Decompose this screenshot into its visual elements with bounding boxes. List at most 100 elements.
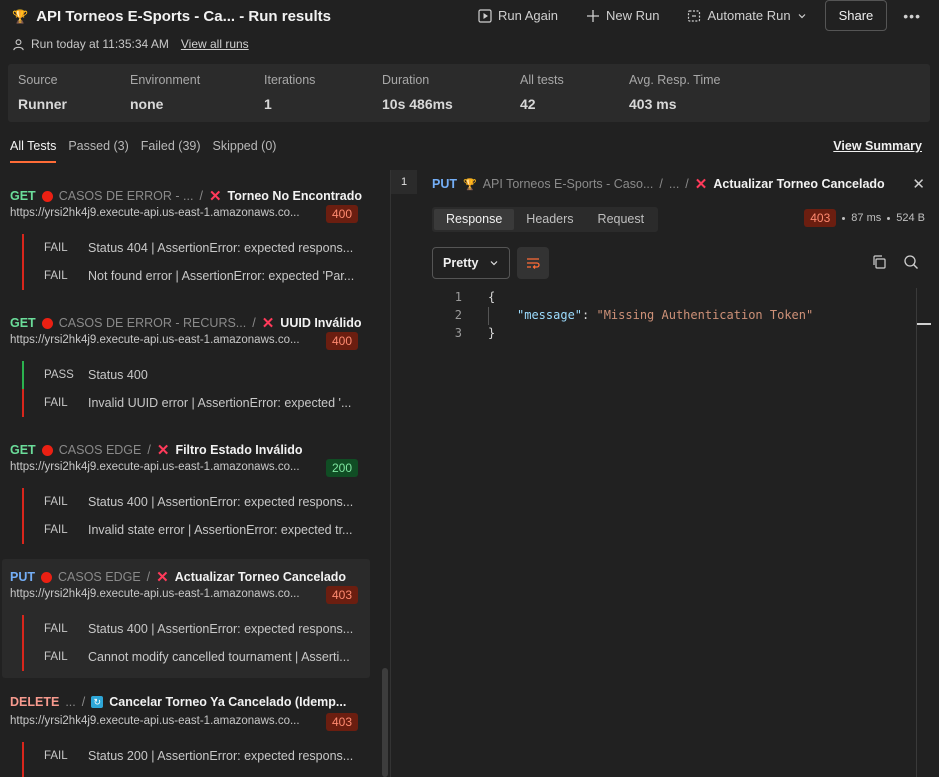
more-options-icon[interactable]: ••• xyxy=(887,8,927,24)
request-header: GET CASOS EDGE / ✕ Filtro Estado Inválid… xyxy=(10,442,303,459)
chevron-down-icon xyxy=(490,261,498,266)
request-url: https://yrsi2hk4j9.execute-api.us-east-1… xyxy=(10,207,300,219)
line-number: 3 xyxy=(454,326,462,340)
test-message: Status 400 | AssertionError: expected re… xyxy=(88,622,354,636)
editor-scrollbar-track[interactable] xyxy=(916,288,917,777)
request-item-selected[interactable]: PUT CASOS EDGE / ✕ Actualizar Torneo Can… xyxy=(2,559,370,678)
tab-all-tests[interactable]: All Tests xyxy=(10,139,57,163)
response-tabs: Response Headers Request xyxy=(432,207,659,232)
detail-breadcrumb: PUT 🏆 API Torneos E-Sports - Caso... / .… xyxy=(432,176,885,193)
automate-run-dropdown[interactable]: Automate Run xyxy=(673,0,820,31)
stat-iterations: Iterations 1 xyxy=(264,73,316,112)
test-message: Invalid UUID error | AssertionError: exp… xyxy=(88,396,352,410)
test-result: FAIL Status 200 | AssertionError: expect… xyxy=(22,742,366,770)
test-message: Status 200 | AssertionError: expected re… xyxy=(88,749,354,763)
view-all-runs-link[interactable]: View all runs xyxy=(181,37,249,51)
request-name: Filtro Estado Inválido xyxy=(175,443,303,457)
response-size: 524 B xyxy=(896,212,925,224)
test-result: FAIL Status 400 | AssertionError: expect… xyxy=(22,488,366,516)
test-result: FAIL Invalid state error | AssertionErro… xyxy=(22,516,366,544)
folder-error-icon xyxy=(41,190,53,202)
folder-error-icon xyxy=(41,571,52,583)
test-message: Invalid state error | AssertionError: ex… xyxy=(88,523,353,537)
run-timestamp: Run today at 11:35:34 AM xyxy=(31,37,169,51)
iteration-number[interactable]: 1 xyxy=(391,170,417,194)
line-number: 1 xyxy=(454,290,462,304)
request-header: PUT CASOS EDGE / ✕ Actualizar Torneo Can… xyxy=(10,569,347,586)
tab-skipped[interactable]: Skipped (0) xyxy=(213,139,277,163)
chevron-down-icon xyxy=(798,13,806,18)
stat-all-tests: All tests 42 xyxy=(520,73,564,112)
close-icon[interactable]: ✕ xyxy=(912,175,925,193)
editor-scroll-marker xyxy=(917,323,931,325)
status-badge: 200 xyxy=(326,459,359,477)
play-icon xyxy=(478,8,492,23)
list-scrollbar[interactable] xyxy=(382,668,388,777)
status-badge: 400 xyxy=(326,205,359,223)
detail-ellipsis[interactable]: ... xyxy=(669,177,679,191)
test-state: PASS xyxy=(44,369,74,381)
test-message: Status 400 xyxy=(88,368,148,382)
request-method: DELETE xyxy=(10,695,60,709)
run-title-row: 🏆 API Torneos E-Sports - Ca... - Run res… xyxy=(12,8,331,25)
wrap-lines-button[interactable] xyxy=(517,247,549,279)
tab-headers[interactable]: Headers xyxy=(514,209,585,230)
new-run-button[interactable]: New Run xyxy=(572,0,673,31)
tab-request[interactable]: Request xyxy=(586,209,657,230)
copy-icon[interactable] xyxy=(871,254,887,270)
plus-icon xyxy=(587,9,599,22)
trophy-icon: 🏆 xyxy=(12,8,29,24)
request-method: GET xyxy=(10,443,36,457)
stat-avg-response-time: Avg. Resp. Time 403 ms xyxy=(629,73,721,112)
request-folder: ... xyxy=(65,695,76,709)
request-item[interactable]: DELETE ... / ↻ Cancelar Torneo Ya Cancel… xyxy=(2,686,370,777)
request-url: https://yrsi2hk4j9.execute-api.us-east-1… xyxy=(10,334,300,346)
automate-icon xyxy=(688,9,701,22)
format-dropdown[interactable]: Pretty xyxy=(432,247,510,279)
failed-x-icon: ✕ xyxy=(261,315,275,332)
refresh-icon: ↻ xyxy=(91,696,104,708)
failed-x-icon: ✕ xyxy=(156,569,169,586)
tab-passed[interactable]: Passed (3) xyxy=(68,139,128,163)
request-folder: CASOS DE ERROR - ... xyxy=(58,189,194,203)
json-value: "Missing Authentication Token" xyxy=(596,308,814,322)
test-result: FAIL Cannot modify cancelled tournament … xyxy=(22,643,366,671)
run-again-button[interactable]: Run Again xyxy=(464,0,572,31)
test-result: FAIL Status 400 | AssertionError: expect… xyxy=(22,615,366,643)
view-summary-link[interactable]: View Summary xyxy=(833,139,922,153)
request-header: GET CASOS DE ERROR - RECURS... / ✕ UUID … xyxy=(10,315,362,332)
request-name: Actualizar Torneo Cancelado xyxy=(174,570,347,584)
test-message: Status 400 | AssertionError: expected re… xyxy=(88,495,354,509)
test-message: Cannot modify cancelled tournament | Ass… xyxy=(88,650,350,664)
folder-error-icon xyxy=(41,317,53,329)
folder-error-icon xyxy=(41,444,53,456)
request-url: https://yrsi2hk4j9.execute-api.us-east-1… xyxy=(10,461,300,473)
request-method: GET xyxy=(10,316,36,330)
failed-x-icon: ✕ xyxy=(208,188,222,205)
search-icon[interactable] xyxy=(903,254,919,270)
request-results-list: GET CASOS DE ERROR - ... / ✕ Torneo No E… xyxy=(0,170,390,777)
request-folder: CASOS DE ERROR - RECURS... xyxy=(58,316,247,330)
user-icon xyxy=(13,38,24,50)
stat-duration: Duration 10s 486ms xyxy=(382,73,453,112)
test-message: Status 404 | AssertionError: expected re… xyxy=(88,241,354,255)
request-item[interactable]: GET CASOS DE ERROR - RECURS... / ✕ UUID … xyxy=(2,305,370,425)
share-button[interactable]: Share xyxy=(824,0,888,31)
response-meta: 403 87 ms 524 B xyxy=(804,209,925,227)
detail-collection[interactable]: API Torneos E-Sports - Caso... xyxy=(483,177,654,191)
run-title: API Torneos E-Sports - Ca... - Run resul… xyxy=(36,8,331,25)
request-item[interactable]: GET CASOS DE ERROR - ... / ✕ Torneo No E… xyxy=(2,178,370,298)
request-item[interactable]: GET CASOS EDGE / ✕ Filtro Estado Inválid… xyxy=(2,432,370,552)
test-state: FAIL xyxy=(44,623,68,635)
tab-response[interactable]: Response xyxy=(434,209,515,230)
detail-request-name: Actualizar Torneo Cancelado xyxy=(713,177,885,191)
test-state: FAIL xyxy=(44,496,68,508)
test-result: PASS Status 400 xyxy=(22,361,366,389)
test-state: FAIL xyxy=(44,397,68,409)
test-result: FAIL Status 404 | AssertionError: expect… xyxy=(22,234,366,262)
request-name: Torneo No Encontrado xyxy=(227,189,363,203)
request-header: GET CASOS DE ERROR - ... / ✕ Torneo No E… xyxy=(10,188,363,205)
response-time: 87 ms xyxy=(851,212,882,224)
test-filter-tabs: All Tests Passed (3) Failed (39) Skipped… xyxy=(10,139,276,163)
tab-failed[interactable]: Failed (39) xyxy=(141,139,201,163)
